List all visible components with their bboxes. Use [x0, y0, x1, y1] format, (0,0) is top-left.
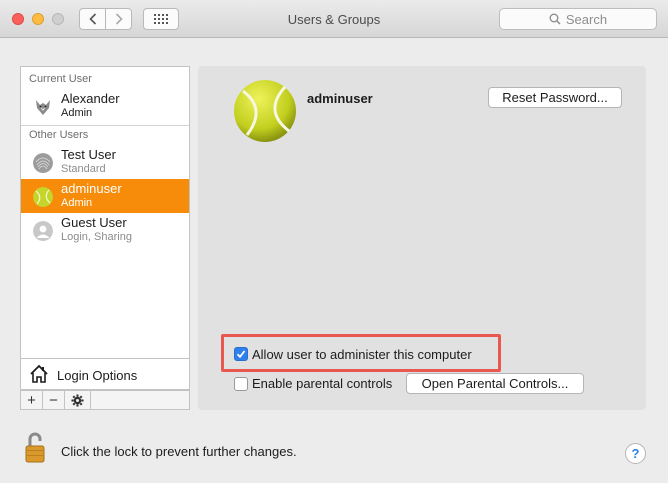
- user-row-adminuser[interactable]: adminuser Admin: [21, 179, 189, 213]
- login-options-item[interactable]: Login Options: [20, 358, 190, 390]
- user-detail-panel: adminuser Reset Password... Allow user t…: [198, 66, 646, 410]
- section-divider: [21, 125, 189, 126]
- reset-password-button[interactable]: Reset Password...: [488, 87, 622, 108]
- open-parental-controls-button[interactable]: Open Parental Controls...: [406, 373, 584, 394]
- user-row-alexander[interactable]: Alexander Admin: [21, 89, 189, 123]
- search-icon: [549, 13, 561, 25]
- search-placeholder: Search: [565, 11, 608, 27]
- user-role: Admin: [61, 107, 93, 119]
- unlocked-padlock-icon[interactable]: [24, 430, 46, 464]
- user-role: Login, Sharing: [61, 231, 132, 243]
- house-icon: [30, 364, 48, 383]
- remove-user-button[interactable]: −: [43, 391, 65, 409]
- login-options-label: Login Options: [57, 368, 138, 383]
- gear-icon: [71, 393, 84, 407]
- user-name: Test User: [61, 147, 116, 162]
- allow-admin-checkbox[interactable]: [234, 347, 248, 361]
- checkmark-icon: [236, 350, 246, 359]
- allow-admin-label[interactable]: Allow user to administer this computer: [252, 347, 472, 362]
- help-button[interactable]: ?: [625, 443, 646, 464]
- fingerprint-avatar-icon: [33, 153, 53, 173]
- user-name: Alexander: [61, 91, 120, 106]
- add-user-button[interactable]: +: [21, 391, 43, 409]
- tennis-ball-avatar-icon[interactable]: [233, 79, 297, 143]
- user-name: Guest User: [61, 215, 127, 230]
- user-row-guest-user[interactable]: Guest User Login, Sharing: [21, 213, 189, 247]
- search-field[interactable]: Search: [499, 8, 657, 30]
- parental-controls-checkbox[interactable]: [234, 377, 248, 391]
- user-name: adminuser: [61, 181, 122, 196]
- user-role: Admin: [61, 197, 93, 209]
- wolf-avatar-icon: [33, 97, 53, 117]
- window: Users & Groups Search Current User Alexa…: [0, 0, 668, 483]
- sidebar-toolbar: + −: [20, 390, 190, 410]
- action-menu-button[interactable]: [65, 391, 91, 409]
- guest-avatar-icon: [33, 221, 53, 241]
- user-row-test-user[interactable]: Test User Standard: [21, 145, 189, 179]
- parental-controls-label[interactable]: Enable parental controls: [252, 376, 392, 391]
- titlebar: Users & Groups Search: [0, 0, 668, 38]
- current-user-header: Current User: [29, 73, 92, 85]
- tennis-ball-avatar-icon: [33, 187, 53, 207]
- users-sidebar: Current User Alexander Admin Other Users…: [20, 66, 190, 358]
- lock-message: Click the lock to prevent further change…: [61, 444, 297, 459]
- other-users-header: Other Users: [29, 129, 89, 141]
- selected-username: adminuser: [307, 91, 373, 106]
- user-role: Standard: [61, 163, 106, 175]
